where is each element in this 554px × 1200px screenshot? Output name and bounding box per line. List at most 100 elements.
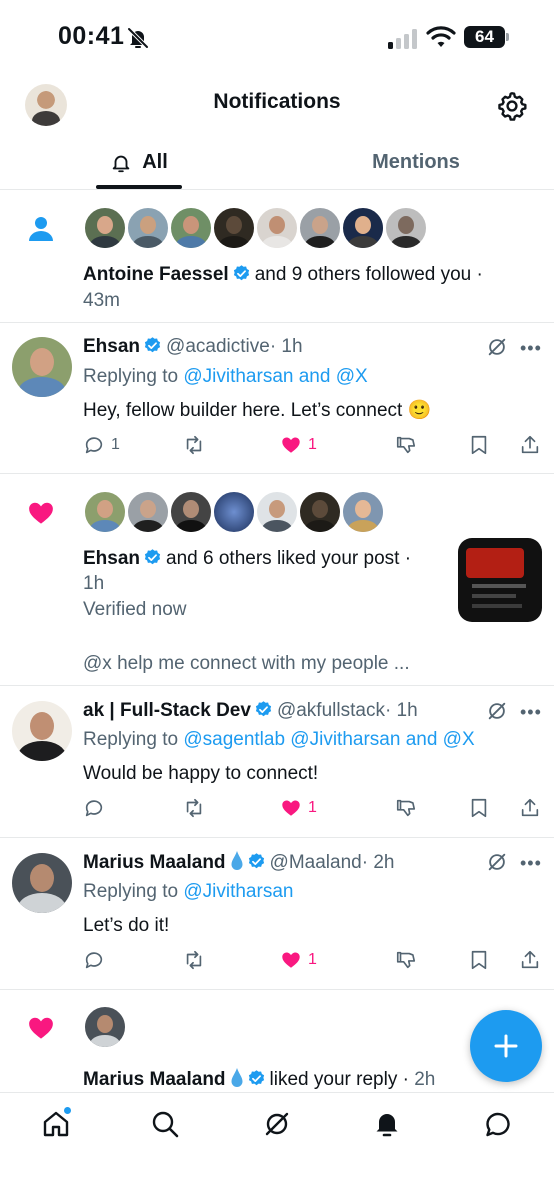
- liker-avatars: [84, 491, 385, 533]
- avatar[interactable]: [84, 1006, 126, 1048]
- share-button[interactable]: [519, 794, 541, 822]
- like-button[interactable]: 1: [280, 431, 317, 459]
- timestamp: · 1h: [269, 336, 303, 357]
- avatar[interactable]: [84, 491, 126, 533]
- dislike-icon: [396, 436, 416, 454]
- avatar[interactable]: [342, 491, 384, 533]
- avatar[interactable]: [385, 207, 427, 249]
- avatar[interactable]: [299, 491, 341, 533]
- avatar[interactable]: [12, 701, 72, 761]
- signal-icon: [388, 29, 417, 49]
- user-handle[interactable]: @Maaland: [270, 852, 362, 873]
- reply-button[interactable]: 1: [83, 431, 120, 459]
- avatar[interactable]: [213, 491, 255, 533]
- nav-search[interactable]: [150, 1109, 180, 1139]
- dislike-icon: [396, 799, 416, 817]
- bottom-nav: [0, 1092, 554, 1200]
- post-preview-line-1: Verified now: [83, 599, 187, 620]
- replying-users[interactable]: @Jivitharsan: [183, 881, 293, 902]
- avatar[interactable]: [256, 491, 298, 533]
- compose-button[interactable]: [470, 1010, 542, 1082]
- notification-reply[interactable]: ak | Full-Stack Dev @akfullstack· 1h ••• …: [0, 686, 554, 838]
- notification-reply[interactable]: Marius Maaland @Maaland· 2h ••• Replying …: [0, 838, 554, 990]
- avatar[interactable]: [213, 207, 255, 249]
- avatar[interactable]: [299, 207, 341, 249]
- tab-mentions[interactable]: Mentions: [346, 136, 486, 189]
- tab-all[interactable]: All: [96, 136, 182, 189]
- user-handle[interactable]: @akfullstack: [277, 700, 385, 721]
- verified-icon: [144, 337, 161, 353]
- timestamp: · 1h: [384, 700, 418, 721]
- dislike-button[interactable]: [395, 431, 417, 459]
- liker-avatars: [84, 1006, 127, 1048]
- battery-level: 64: [464, 26, 505, 48]
- tweet-text: Hey, fellow builder here. Let’s connect …: [83, 400, 432, 421]
- retweet-button[interactable]: [183, 431, 205, 459]
- replying-to: Replying to @Jivitharsan and @X: [83, 365, 368, 389]
- bookmark-button[interactable]: [468, 431, 490, 459]
- bookmark-button[interactable]: [468, 794, 490, 822]
- notification-dot: [63, 1106, 72, 1115]
- retweet-button[interactable]: [183, 946, 205, 974]
- timestamp: 1h: [83, 573, 105, 594]
- avatar[interactable]: [127, 491, 169, 533]
- avatar[interactable]: [12, 337, 72, 397]
- user-name[interactable]: Marius Maaland: [83, 1069, 226, 1090]
- dislike-button[interactable]: [395, 794, 417, 822]
- nav-messages[interactable]: [483, 1109, 513, 1139]
- share-button[interactable]: [519, 431, 541, 459]
- tweet-actions: 1: [83, 794, 545, 822]
- user-name[interactable]: ak | Full-Stack Dev: [83, 700, 251, 721]
- timestamp: · 2h: [361, 852, 395, 873]
- user-name[interactable]: Ehsan: [83, 336, 140, 357]
- post-thumbnail[interactable]: [458, 538, 542, 622]
- reply-button[interactable]: [83, 946, 105, 974]
- avatar[interactable]: [170, 207, 212, 249]
- grok-icon[interactable]: [486, 336, 508, 358]
- battery-icon: 64: [464, 26, 510, 48]
- replying-users[interactable]: @Jivitharsan and @X: [183, 366, 367, 387]
- battery-tip: [506, 33, 509, 41]
- tab-mentions-label: Mentions: [372, 151, 460, 173]
- avatar[interactable]: [256, 207, 298, 249]
- grok-icon[interactable]: [486, 851, 508, 873]
- tweet-header: Marius Maaland @Maaland· 2h: [83, 850, 394, 875]
- dislike-button[interactable]: [395, 946, 417, 974]
- avatar[interactable]: [84, 207, 126, 249]
- avatar[interactable]: [342, 207, 384, 249]
- user-name[interactable]: Marius Maaland: [83, 852, 226, 873]
- grok-icon[interactable]: [486, 700, 508, 722]
- reply-icon: [85, 800, 103, 817]
- avatar[interactable]: [127, 207, 169, 249]
- like-button[interactable]: 1: [280, 794, 317, 822]
- nav-home[interactable]: [41, 1106, 72, 1139]
- reply-button[interactable]: [83, 794, 105, 822]
- share-icon: [521, 435, 539, 454]
- avatar[interactable]: [12, 853, 72, 913]
- tweet-header: ak | Full-Stack Dev @akfullstack· 1h: [83, 699, 418, 723]
- share-button[interactable]: [519, 946, 541, 974]
- notification-reply[interactable]: Ehsan @acadictive· 1h ••• Replying to @Ji…: [0, 323, 554, 474]
- nav-notifications[interactable]: [372, 1109, 402, 1139]
- notification-follow[interactable]: Antoine Faessel and 9 others followed you…: [0, 190, 554, 323]
- bookmark-button[interactable]: [468, 946, 490, 974]
- grok-icon: [265, 1112, 289, 1136]
- user-name[interactable]: Antoine Faessel: [83, 264, 229, 285]
- nav-grok[interactable]: [262, 1109, 292, 1139]
- reply-icon: [85, 437, 103, 454]
- user-name[interactable]: Ehsan: [83, 548, 140, 569]
- more-icon[interactable]: •••: [520, 854, 542, 878]
- timestamp: 43m: [83, 290, 120, 311]
- verified-icon: [144, 549, 161, 565]
- like-button[interactable]: 1: [280, 946, 317, 974]
- notification-like[interactable]: Ehsan and 6 others liked your post · 1h V…: [0, 474, 554, 686]
- avatar[interactable]: [170, 491, 212, 533]
- gear-icon[interactable]: [496, 90, 528, 122]
- more-icon[interactable]: •••: [520, 703, 542, 727]
- tweet-actions: 1: [83, 946, 545, 974]
- heart-icon: [29, 502, 53, 524]
- replying-users[interactable]: @sagentlab @Jivitharsan and @X: [183, 729, 474, 750]
- user-handle[interactable]: @acadictive: [166, 336, 270, 357]
- more-icon[interactable]: •••: [520, 339, 542, 363]
- retweet-button[interactable]: [183, 794, 205, 822]
